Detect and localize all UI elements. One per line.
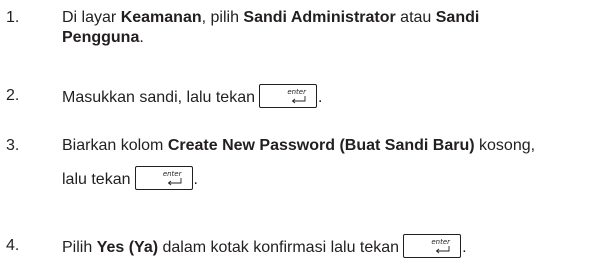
text-run: . [462, 239, 467, 257]
text-run: , pilih [201, 9, 244, 26]
text-run: . [318, 89, 323, 107]
text-run: Masukkan sandi, lalu tekan [62, 89, 255, 107]
text-run: dalam kotak konfirmasi lalu tekan [158, 239, 400, 257]
step-number: 4. [6, 237, 20, 254]
text-run: kosong, [474, 137, 536, 154]
step-text: Masukkan sandi, lalu tekan enter. [62, 84, 610, 108]
bold-term: Sandi Administrator [243, 9, 396, 26]
enter-key-icon: enter [259, 84, 317, 108]
bold-term: Keamanan [120, 9, 202, 26]
text-run: Pilih [62, 239, 97, 257]
text-run: Di layar [62, 9, 121, 26]
step-line: Pengguna. [62, 28, 610, 48]
text-run: atau [395, 9, 436, 26]
bold-term: Pengguna [62, 29, 140, 46]
enter-key-icon: enter [403, 234, 462, 258]
step-line: lalu tekan enter. [62, 166, 610, 190]
enter-arrow-icon [435, 246, 450, 254]
step-line: Di layar Keamanan, pilih Sandi Administr… [62, 8, 610, 28]
step-number: 2. [6, 87, 20, 104]
enter-key-icon: enter [134, 166, 193, 190]
step-line: Masukkan sandi, lalu tekan enter. [62, 84, 610, 108]
step-text: Di layar Keamanan, pilih Sandi Administr… [62, 8, 610, 48]
step-line: Pilih Yes (Ya) dalam kotak konfirmasi la… [62, 234, 610, 258]
bold-term: Yes (Ya) [96, 239, 159, 257]
step-number: 3. [6, 137, 20, 154]
text-run: . [139, 29, 144, 46]
bold-term: Create New Password (Buat Sandi Baru) [167, 137, 475, 154]
enter-arrow-icon [291, 96, 306, 104]
step-line: Biarkan kolom Create New Password (Buat … [62, 136, 610, 156]
step-text: Biarkan kolom Create New Password (Buat … [62, 136, 610, 190]
step-text: Pilih Yes (Ya) dalam kotak konfirmasi la… [62, 234, 610, 258]
text-run: . [193, 171, 198, 189]
enter-arrow-icon [167, 178, 181, 186]
step-number: 1. [6, 9, 20, 26]
bold-term: Sandi [435, 9, 480, 26]
text-run: Biarkan kolom [62, 137, 168, 154]
text-run: lalu tekan [62, 171, 131, 189]
